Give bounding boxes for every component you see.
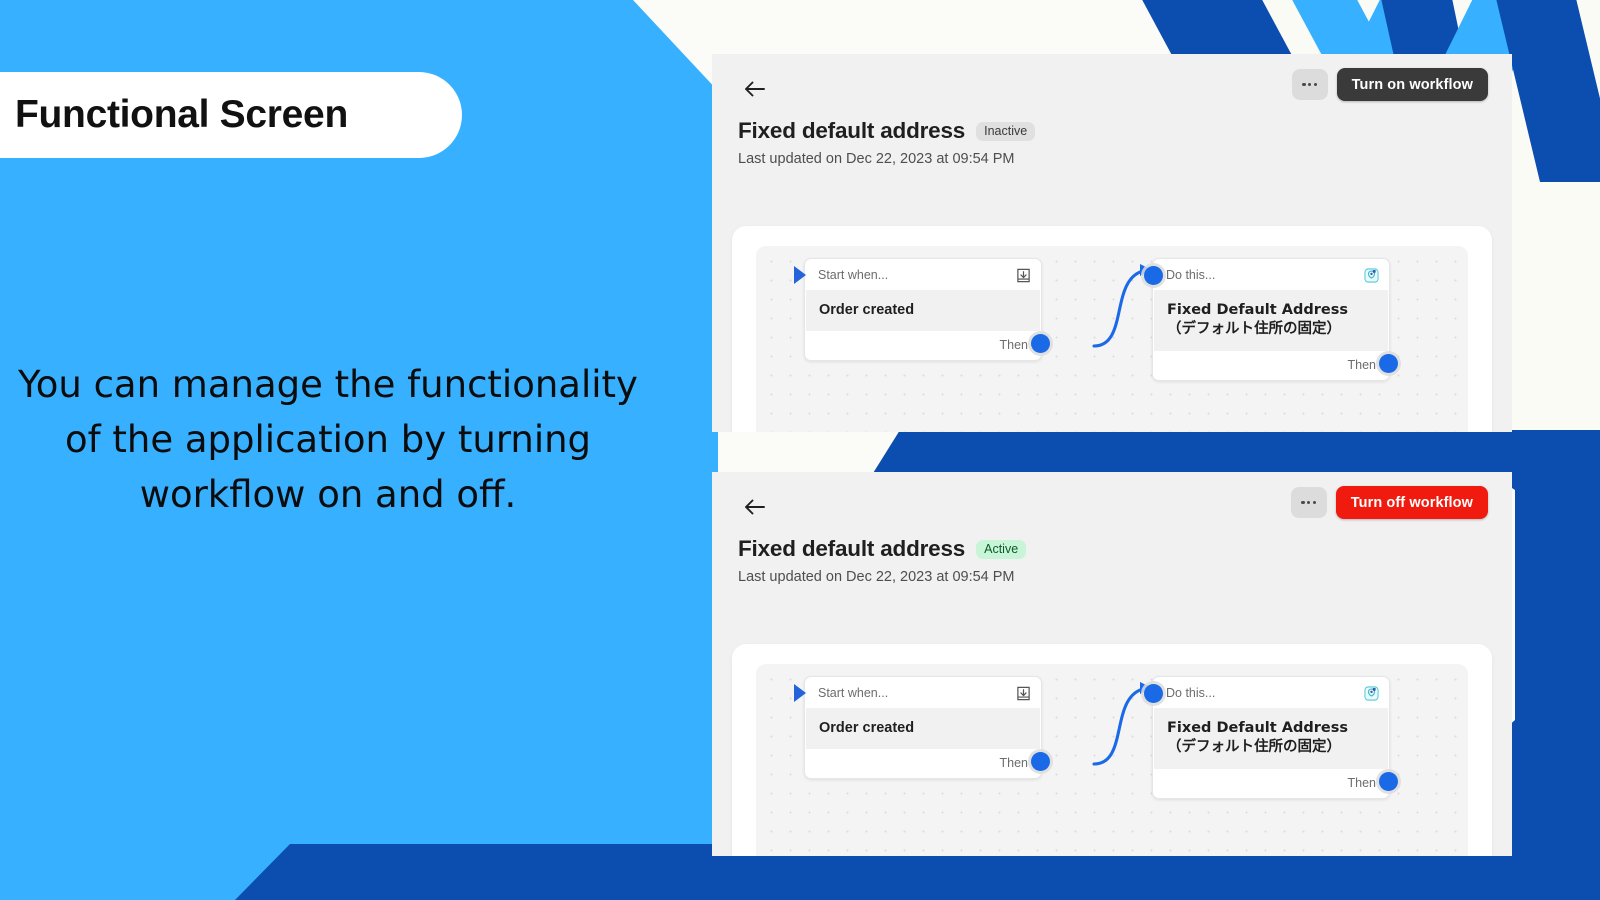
node-header: Start when... (805, 677, 1041, 708)
workflow-node-action[interactable]: Do this... Fixed Default Address （デフォルト住… (1144, 258, 1398, 381)
workflow-card: Start when... Order created Then Do this… (732, 226, 1492, 432)
inbox-download-icon (1016, 686, 1031, 701)
workflow-node-trigger[interactable]: Start when... Order created Then (794, 258, 1050, 362)
back-arrow-icon[interactable] (738, 72, 772, 106)
node-body-label: Fixed Default Address （デフォルト住所の固定） (1154, 290, 1388, 351)
workflow-canvas[interactable]: Start when... Order created Then Do this… (756, 664, 1468, 856)
workflow-title: Fixed default address (738, 536, 966, 561)
screenshot-panel-inactive: Turn on workflow Fixed default address I… (712, 54, 1512, 432)
turn-off-workflow-button[interactable]: Turn off workflow (1335, 486, 1488, 519)
status-badge: Active (976, 539, 1027, 559)
node-body-label: Order created (806, 708, 1040, 750)
app-shield-icon (1364, 267, 1379, 283)
node-header-label: Do this... (1166, 268, 1216, 282)
node-footer-label: Then (999, 338, 1029, 353)
node-header: Start when... (805, 259, 1041, 290)
turn-on-workflow-button[interactable]: Turn on workflow (1336, 68, 1488, 101)
workflow-title: Fixed default address (738, 118, 966, 143)
slide-canvas: Functional Screen You can manage the fun… (0, 0, 1600, 900)
node-header: Do this... (1153, 259, 1389, 290)
last-updated-text: Last updated on Dec 22, 2023 at 09:54 PM (738, 569, 1015, 585)
node-output-port[interactable] (1379, 353, 1398, 373)
node-input-port[interactable] (1144, 266, 1163, 285)
slide-body-text: You can manage the functionality of the … (18, 363, 638, 516)
node-footer-label: Then (1347, 775, 1377, 790)
workflow-node-action[interactable]: Do this... Fixed Default Address （デフォルト住… (1144, 676, 1398, 799)
node-input-port[interactable] (1144, 684, 1163, 703)
ellipsis-icon[interactable] (1291, 69, 1328, 100)
screenshot-panel-active: Turn off workflow Fixed default address … (712, 472, 1512, 856)
app-shield-icon (1364, 685, 1379, 701)
inbox-download-icon (1016, 268, 1031, 283)
node-header: Do this... (1153, 677, 1389, 708)
workflow-node-trigger[interactable]: Start when... Order created Then (794, 676, 1050, 780)
node-output-port[interactable] (1379, 771, 1398, 791)
trigger-flag-icon (794, 266, 806, 284)
workflow-canvas[interactable]: Start when... Order created Then Do this… (756, 246, 1468, 432)
node-body-label: Order created (806, 290, 1040, 332)
page-title: Functional Screen (15, 93, 348, 136)
node-footer-label: Then (1347, 357, 1377, 372)
node-header-label: Start when... (818, 686, 889, 700)
last-updated-text: Last updated on Dec 22, 2023 at 09:54 PM (738, 151, 1015, 167)
back-arrow-icon[interactable] (738, 490, 772, 524)
trigger-flag-icon (794, 684, 806, 702)
workflow-card: Start when... Order created Then Do this… (732, 644, 1492, 856)
panel-toolbar: Turn on workflow (1291, 68, 1488, 101)
node-footer-label: Then (999, 756, 1029, 771)
slide-title-pill: Functional Screen (0, 72, 462, 158)
status-badge: Inactive (976, 121, 1036, 141)
node-header-label: Do this... (1166, 686, 1216, 700)
workflow-title-row: Fixed default address Active (738, 536, 1027, 562)
workflow-title-row: Fixed default address Inactive (738, 118, 1036, 144)
ellipsis-icon[interactable] (1290, 487, 1327, 518)
node-body-label: Fixed Default Address （デフォルト住所の固定） (1154, 708, 1388, 769)
node-header-label: Start when... (818, 268, 889, 282)
panel-toolbar: Turn off workflow (1290, 486, 1488, 519)
